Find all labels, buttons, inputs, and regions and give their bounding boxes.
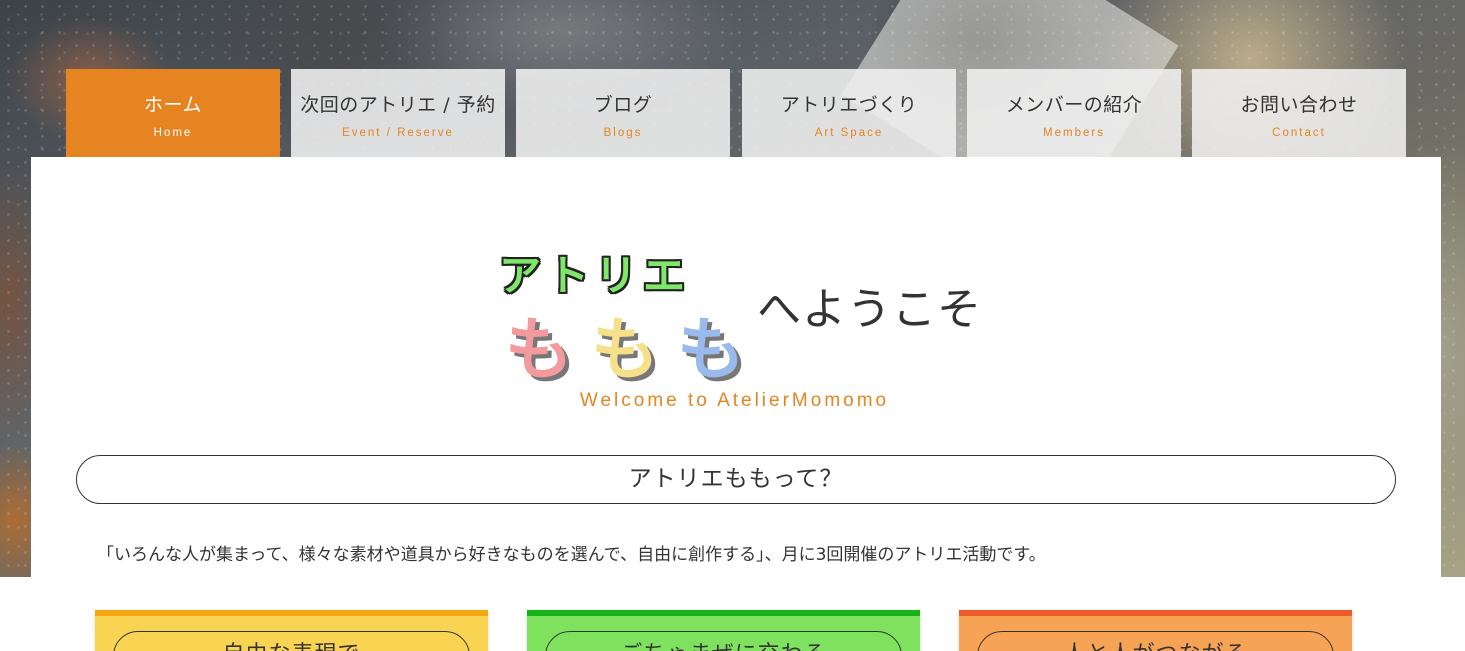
about-heading: アトリエももって？ <box>76 455 1396 504</box>
feature-card-title: 人と人がつながる <box>977 631 1334 651</box>
feature-card-connecting: 人と人がつながる <box>959 610 1352 651</box>
nav-item-label: 次回のアトリエ / 予約 <box>300 94 496 116</box>
nav-item-label: アトリエづくり <box>780 94 918 116</box>
feature-card-title: ごちゃまぜに交わる <box>545 631 902 651</box>
nav-item-sublabel: Art Space <box>814 127 884 139</box>
nav-item-members[interactable]: メンバーの紹介 Members <box>967 69 1181 157</box>
welcome-heading: へようこそ <box>757 284 982 335</box>
nav-item-label: ブログ <box>593 94 653 116</box>
logo-char: も <box>591 311 660 390</box>
atelier-momomo-logo: ア ト リ エ も も も <box>499 242 759 390</box>
welcome-subheading: Welcome to AtelierMomomo <box>579 390 890 411</box>
nav-item-home[interactable]: ホーム Home <box>66 69 280 167</box>
nav-item-label: ホーム <box>144 94 202 116</box>
logo-char: も <box>677 311 746 390</box>
nav-item-label: お問い合わせ <box>1240 94 1358 116</box>
nav-item-sublabel: Blogs <box>603 127 643 139</box>
logo-line-momomo: も も も <box>505 294 763 393</box>
about-description: 「いろんな人が集まって、様々な素材や道具から好きなものを選んで、自由に創作する」… <box>97 545 1046 565</box>
nav-item-sublabel: Event / Reserve <box>342 127 454 139</box>
feature-card-mixing: ごちゃまぜに交わる <box>527 610 920 651</box>
feature-card-free-expression: 自由な表現で <box>95 610 488 651</box>
nav-item-sublabel: Contact <box>1272 127 1326 139</box>
nav-item-sublabel: Members <box>1043 127 1105 139</box>
nav-item-art-space[interactable]: アトリエづくり Art Space <box>742 69 956 157</box>
feature-card-title: 自由な表現で <box>113 631 470 651</box>
nav-item-label: メンバーの紹介 <box>1005 94 1143 116</box>
nav-item-contact[interactable]: お問い合わせ Contact <box>1192 69 1406 157</box>
nav-item-event-reserve[interactable]: 次回のアトリエ / 予約 Event / Reserve <box>291 69 505 157</box>
nav-item-blogs[interactable]: ブログ Blogs <box>516 69 730 157</box>
nav-item-sublabel: Home <box>153 127 193 139</box>
logo-char: も <box>505 311 574 390</box>
